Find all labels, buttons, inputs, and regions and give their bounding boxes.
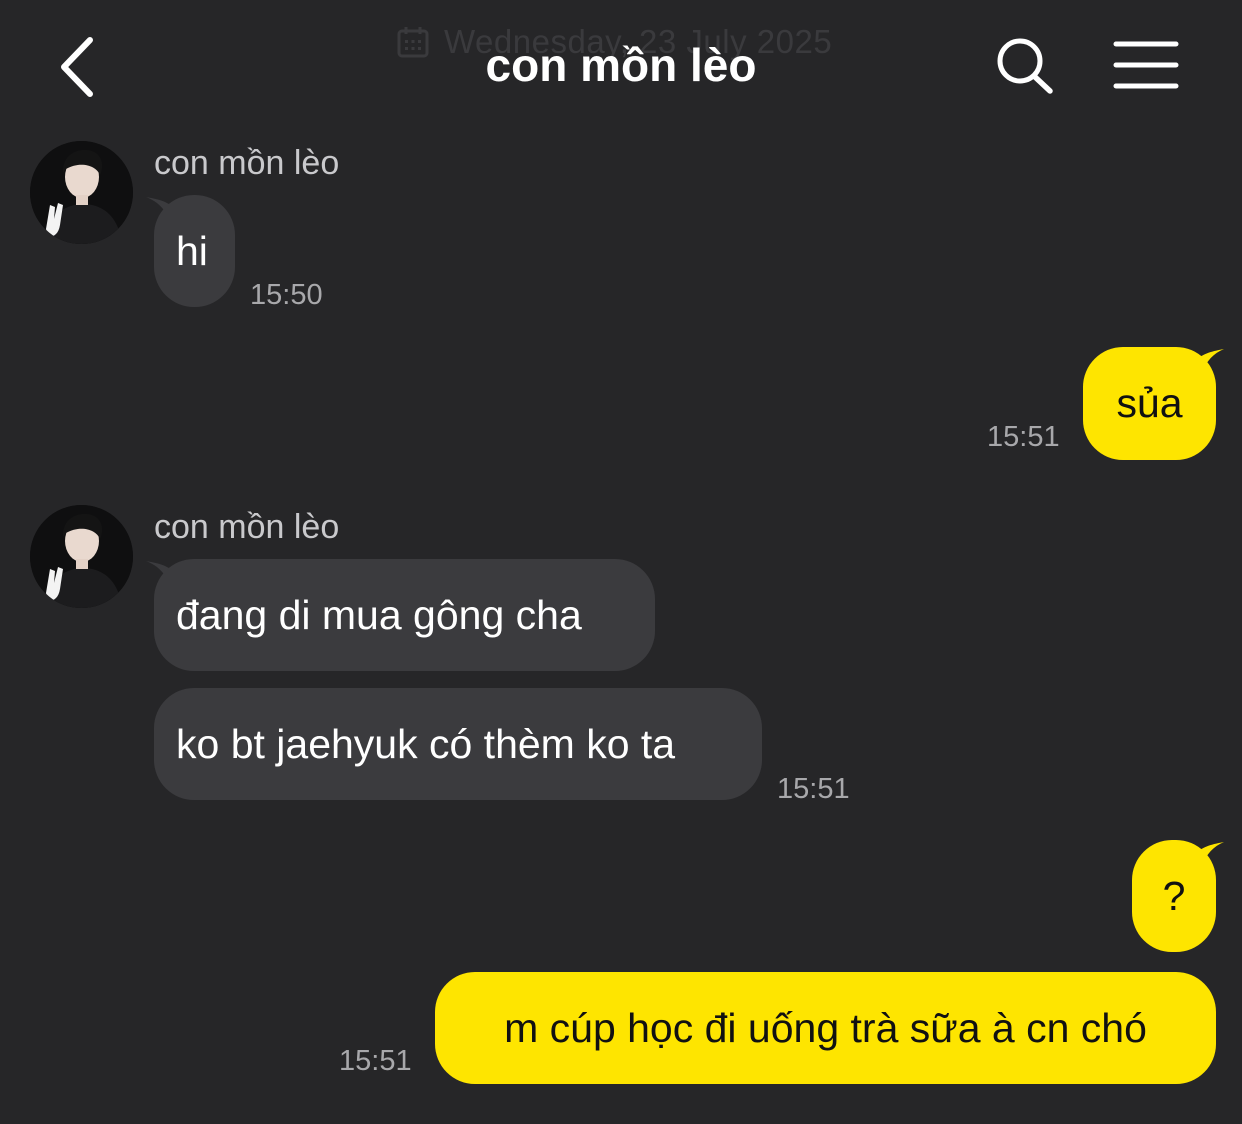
sender-name: con mồn lèo (154, 144, 340, 182)
search-button[interactable] (994, 36, 1056, 96)
bubble-tail (1196, 349, 1224, 373)
menu-button[interactable] (1112, 40, 1180, 90)
message-bubble[interactable]: m cúp học đi uống trà sữa à cn chó (435, 972, 1216, 1084)
message-text: ko bt jaehyuk có thèm ko ta (176, 720, 676, 767)
message-text: đang di mua gông cha (176, 591, 582, 638)
message-bubble[interactable]: đang di mua gông cha (154, 559, 655, 671)
sender-name: con mồn lèo (154, 508, 340, 546)
timestamp: 15:51 (339, 1045, 412, 1077)
bubble-tail (1196, 842, 1224, 866)
timestamp: 15:51 (777, 773, 850, 805)
message-bubble[interactable]: hi (154, 195, 235, 307)
message-text: m cúp học đi uống trà sữa à cn chó (504, 1004, 1147, 1051)
avatar[interactable] (30, 141, 133, 244)
timestamp: 15:50 (250, 279, 323, 311)
search-icon (997, 38, 1053, 94)
avatar[interactable] (30, 505, 133, 608)
hamburger-menu-icon (1113, 41, 1179, 89)
timestamp: 15:51 (987, 421, 1060, 453)
message-text: sủa (1116, 380, 1183, 426)
message-bubble[interactable]: ko bt jaehyuk có thèm ko ta (154, 688, 762, 800)
message-text: ? (1162, 872, 1186, 919)
message-text: hi (176, 227, 208, 274)
